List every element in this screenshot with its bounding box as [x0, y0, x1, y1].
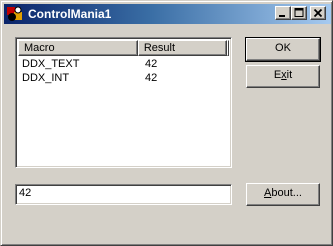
macro-cell: DDX_TEXT: [22, 58, 80, 70]
title-bar[interactable]: ControlMania1: [4, 4, 331, 24]
value-input[interactable]: 42: [15, 184, 232, 205]
maximize-button[interactable]: [291, 6, 307, 20]
about-button-label: About...: [264, 187, 302, 199]
close-button[interactable]: [310, 6, 326, 20]
close-icon: [313, 8, 323, 18]
app-icon[interactable]: [6, 5, 24, 23]
ok-button[interactable]: OK: [245, 37, 321, 62]
maximize-icon: [294, 8, 304, 17]
window-title: ControlMania1: [28, 7, 112, 21]
dialog-window: ControlMania1 Macro Result DDX_TEXT 42 D…: [0, 0, 333, 246]
column-header-filler: [227, 40, 229, 56]
minimize-button[interactable]: [275, 6, 291, 20]
exit-button-label: Exit: [273, 69, 293, 81]
column-header-result[interactable]: Result: [137, 40, 227, 56]
column-header-macro[interactable]: Macro: [18, 40, 138, 56]
list-header: Macro Result: [18, 40, 229, 56]
macro-cell: DDX_INT: [22, 72, 70, 84]
result-cell: 42: [145, 58, 158, 70]
list-row[interactable]: DDX_INT 42: [18, 71, 229, 85]
result-cell: 42: [145, 72, 158, 84]
list-row[interactable]: DDX_TEXT 42: [18, 57, 229, 71]
about-button[interactable]: About...: [246, 183, 320, 206]
minimize-icon: [279, 15, 285, 17]
results-list[interactable]: Macro Result DDX_TEXT 42 DDX_INT 42: [15, 37, 232, 168]
ok-button-label: OK: [275, 42, 291, 54]
list-rows: DDX_TEXT 42 DDX_INT 42: [18, 57, 229, 85]
exit-button[interactable]: Exit: [246, 65, 320, 88]
